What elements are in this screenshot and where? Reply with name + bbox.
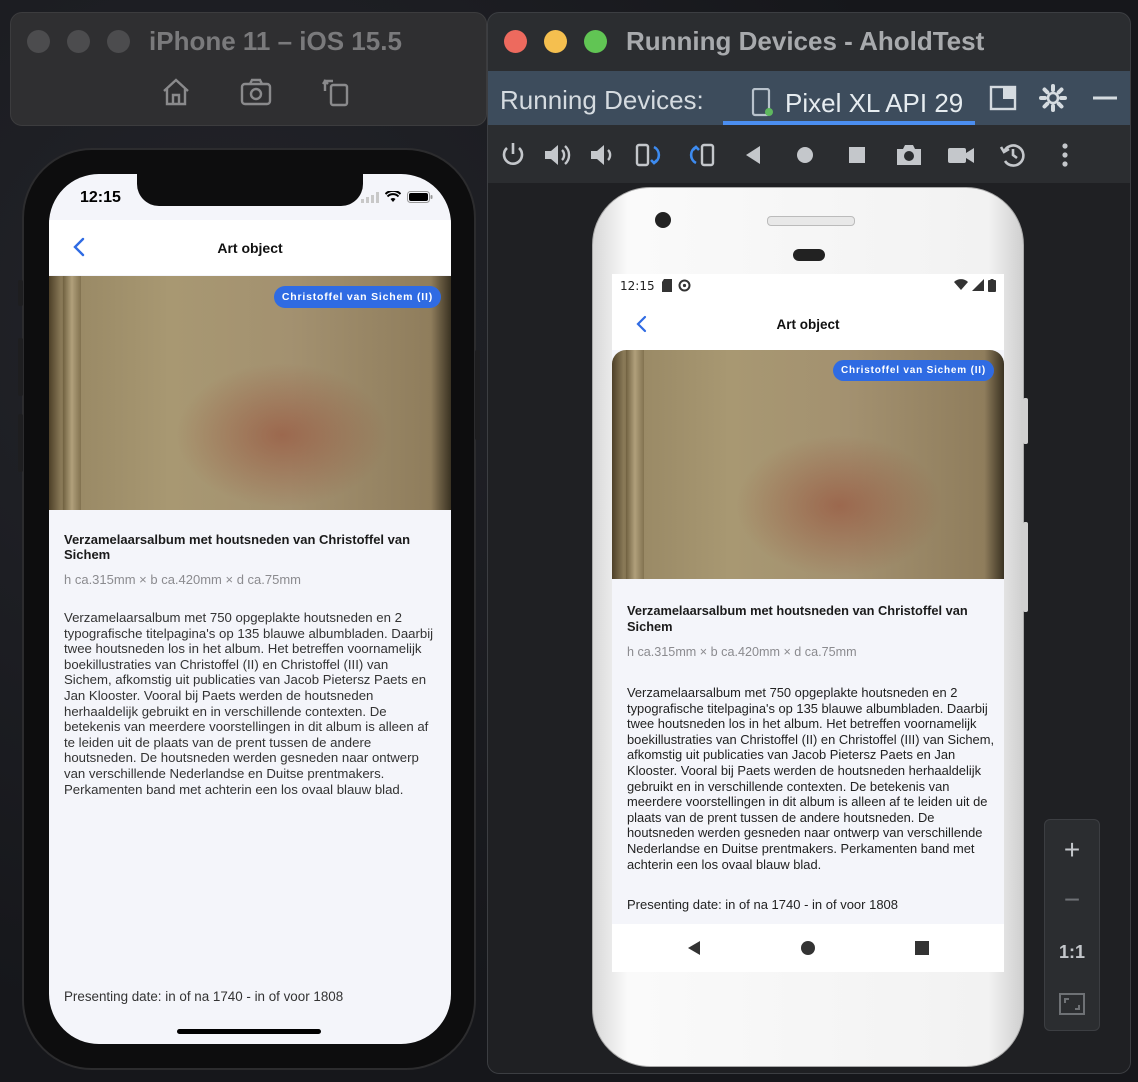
home-icon[interactable]	[790, 140, 820, 170]
zoom-window-button[interactable]	[107, 30, 130, 53]
minimize-window-button[interactable]	[544, 30, 567, 53]
maker-tag[interactable]: Christoffel van Sichem (II)	[833, 360, 994, 381]
home-icon[interactable]	[159, 75, 193, 109]
tab-pixel-xl[interactable]: Pixel XL API 29	[751, 81, 963, 125]
notch	[137, 174, 363, 206]
sensor	[793, 249, 825, 261]
restore-icon[interactable]	[998, 140, 1028, 170]
pixel-xl-device: 12:15 Art object Christoffel van Sichem …	[592, 187, 1028, 1067]
artwork-image: Christoffel van Sichem (II)	[49, 276, 451, 510]
artwork-image: Christoffel van Sichem (II)	[612, 350, 1004, 579]
presenting-date: Presenting date: in of na 1740 - in of v…	[627, 897, 899, 912]
cellular-icon	[361, 191, 379, 203]
fit-screen-icon[interactable]	[1045, 982, 1099, 1026]
mute-switch	[18, 280, 23, 306]
status-icons	[361, 191, 433, 203]
zoom-in-button[interactable]: +	[1045, 828, 1099, 872]
detail-content: Verzamelaarsalbum met houtsneden van Chr…	[49, 510, 451, 1044]
android-screen: 12:15 Art object Christoffel van Sichem …	[612, 274, 1004, 972]
navigation-bar: Art object	[49, 220, 451, 275]
volume-down-side-button	[18, 414, 23, 472]
device-icon	[751, 88, 773, 117]
presenting-date: Presenting date: in of na 1740 - in of v…	[64, 989, 344, 1004]
android-nav-bar	[612, 924, 1004, 972]
ios-simulator-window: iPhone 11 – iOS 15.5	[10, 12, 487, 126]
overview-icon[interactable]	[842, 140, 872, 170]
zoom-window-button[interactable]	[584, 30, 607, 53]
window-controls	[504, 30, 607, 53]
status-time: 12:15	[80, 189, 121, 206]
screenshot-icon[interactable]	[239, 75, 273, 109]
zoom-out-button[interactable]: −	[1045, 878, 1099, 922]
device-tab-label: Pixel XL API 29	[785, 87, 964, 118]
rotate-left-icon[interactable]	[634, 140, 664, 170]
back-icon[interactable]	[738, 140, 768, 170]
layout-icon[interactable]	[988, 83, 1018, 113]
nav-overview-icon[interactable]	[912, 938, 932, 958]
wifi-icon	[385, 191, 401, 202]
simulator-toolbar	[159, 75, 353, 109]
nav-home-icon[interactable]	[798, 938, 818, 958]
window-controls	[27, 30, 130, 53]
front-camera	[655, 212, 671, 228]
art-description: Verzamelaarsalbum met 750 opgeplakte hou…	[627, 685, 995, 872]
minimize-panel-icon[interactable]	[1090, 83, 1120, 113]
power-side-button	[475, 350, 480, 440]
maker-tag[interactable]: Christoffel van Sichem (II)	[273, 286, 441, 308]
volume-up-side-button	[18, 338, 23, 396]
art-title: Verzamelaarsalbum met houtsneden van Chr…	[64, 532, 411, 562]
iphone-device: 12:15 Art object Christoffel van Sichem …	[18, 148, 480, 1070]
close-window-button[interactable]	[504, 30, 527, 53]
power-side-button	[1023, 398, 1028, 444]
running-devices-window: Running Devices - AholdTest Running Devi…	[487, 12, 1131, 1074]
navigation-bar: Art object	[612, 298, 1004, 350]
device-toolbar	[488, 125, 1130, 183]
status-time: 12:15	[620, 279, 655, 293]
battery-icon	[988, 279, 996, 292]
art-title: Verzamelaarsalbum met houtsneden van Chr…	[627, 603, 968, 634]
art-dimensions: h ca.315mm × b ca.420mm × d ca.75mm	[627, 645, 857, 659]
emulator-display-area: 12:15 Art object Christoffel van Sichem …	[488, 183, 1130, 1073]
battery-icon	[407, 191, 433, 203]
rotate-icon[interactable]	[319, 75, 353, 109]
volume-down-icon[interactable]	[586, 140, 616, 170]
more-icon[interactable]	[1050, 140, 1080, 170]
record-icon[interactable]	[946, 140, 976, 170]
power-icon[interactable]	[498, 140, 528, 170]
page-title: Art object	[217, 240, 283, 256]
home-indicator[interactable]	[177, 1029, 321, 1034]
zoom-controls: + − 1:1	[1044, 819, 1100, 1031]
camera-icon[interactable]	[894, 140, 924, 170]
close-window-button[interactable]	[27, 30, 50, 53]
volume-side-button	[1023, 522, 1028, 612]
device-tabs-bar: Running Devices: Pixel XL API 29	[488, 71, 1130, 125]
speaker-grille	[767, 216, 855, 226]
art-dimensions: h ca.315mm × b ca.420mm × d ca.75mm	[64, 572, 301, 587]
detail-content: Verzamelaarsalbum met houtsneden van Chr…	[612, 579, 1004, 919]
iphone-screen: 12:15 Art object Christoffel van Sichem …	[49, 174, 451, 1044]
signal-icon	[972, 279, 984, 291]
volume-up-icon[interactable]	[542, 140, 572, 170]
page-title: Art object	[776, 317, 840, 332]
minimize-window-button[interactable]	[67, 30, 90, 53]
art-description: Verzamelaarsalbum met 750 opgeplakte hou…	[64, 610, 434, 797]
running-devices-label: Running Devices:	[500, 85, 704, 115]
rotate-right-icon[interactable]	[686, 140, 716, 170]
sync-icon	[678, 279, 691, 292]
gear-icon[interactable]	[1038, 83, 1068, 113]
wifi-icon	[954, 279, 968, 290]
nav-back-icon[interactable]	[684, 938, 704, 958]
zoom-actual-size-button[interactable]: 1:1	[1045, 930, 1099, 974]
window-title: Running Devices - AholdTest	[626, 26, 985, 56]
window-title: iPhone 11 – iOS 15.5	[149, 26, 402, 56]
android-status-bar: 12:15	[612, 274, 1004, 298]
sd-card-icon	[662, 279, 672, 292]
